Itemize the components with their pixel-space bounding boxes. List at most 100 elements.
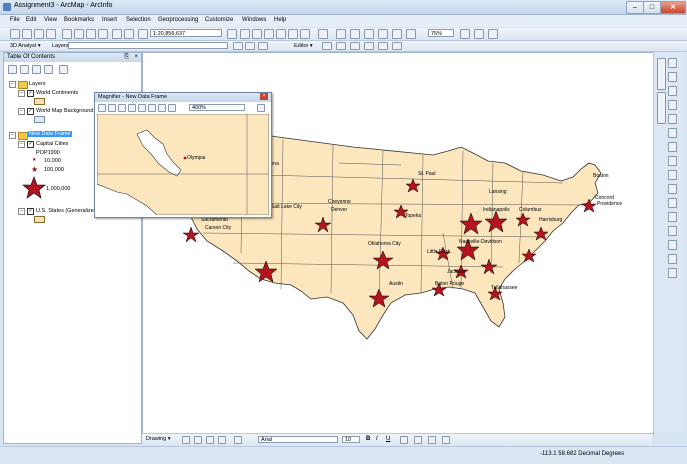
reshape-icon[interactable]	[350, 42, 360, 50]
menu-file[interactable]: File	[10, 17, 20, 23]
scale-combo[interactable]: 1:20,856,637	[150, 29, 222, 37]
create-viewer-icon[interactable]	[668, 268, 677, 278]
redo-icon[interactable]	[124, 29, 134, 39]
draw-polygon-icon[interactable]	[364, 29, 374, 39]
find-icon[interactable]	[668, 212, 677, 222]
trace-icon[interactable]	[378, 29, 388, 39]
go-back-icon[interactable]	[668, 142, 677, 152]
rotate-icon[interactable]	[194, 436, 202, 444]
measure-tool-icon[interactable]	[668, 226, 677, 236]
capital-cities-checkbox[interactable]: ✓	[27, 141, 34, 148]
python-icon[interactable]	[288, 29, 298, 39]
pan-tool-icon[interactable]	[668, 86, 677, 96]
sketch-properties-icon[interactable]	[392, 42, 402, 50]
zoom-out-tool-icon[interactable]	[668, 72, 677, 82]
menu-edit[interactable]: Edit	[26, 17, 36, 23]
toc-data-frame[interactable]: New Data Frame	[28, 131, 72, 137]
select-elements-tool-icon[interactable]	[182, 436, 190, 444]
cut-icon[interactable]	[62, 29, 72, 39]
model-builder-icon[interactable]	[300, 29, 310, 39]
magnifier-full-extent-icon[interactable]	[128, 104, 136, 112]
catalog-window-icon[interactable]	[252, 29, 262, 39]
list-by-source-icon[interactable]	[20, 65, 29, 74]
list-by-visibility-icon[interactable]	[32, 65, 41, 74]
magnifier-forward-icon[interactable]	[168, 104, 176, 112]
toc-autohide-icon[interactable]: ⎘	[124, 53, 129, 62]
contour-icon[interactable]	[245, 42, 255, 50]
cut-polygon-icon[interactable]	[364, 42, 374, 50]
edit-tool-icon[interactable]	[322, 42, 332, 50]
attributes-icon[interactable]	[378, 42, 388, 50]
magnifier-close-icon[interactable]: ×	[260, 93, 268, 100]
add-data-icon[interactable]	[138, 29, 148, 39]
world-continents-checkbox[interactable]: ✓	[27, 90, 34, 97]
magnifier-pan-icon[interactable]	[118, 104, 126, 112]
italic-button[interactable]: I	[376, 436, 378, 442]
arctoolbox-icon[interactable]	[276, 29, 286, 39]
world-map-checkbox[interactable]: ✓	[27, 108, 34, 115]
toc-layer-capital-cities[interactable]: Capital Cities	[36, 141, 68, 147]
drawing-dropdown[interactable]: Drawing ▾	[146, 436, 170, 442]
text-tool-icon[interactable]	[218, 436, 226, 444]
magnifier-zoom-out-icon[interactable]	[108, 104, 116, 112]
fill-color-icon[interactable]	[414, 436, 422, 444]
midpoint-icon[interactable]	[406, 29, 416, 39]
go-forward-icon[interactable]	[668, 156, 677, 166]
print-icon[interactable]	[46, 29, 56, 39]
copy-icon[interactable]	[74, 29, 84, 39]
magnifier-fixed-zoom-in-icon[interactable]	[138, 104, 146, 112]
toc-close-icon[interactable]: ×	[134, 53, 138, 62]
search-tab[interactable]	[657, 92, 666, 124]
line-color-icon[interactable]	[428, 436, 436, 444]
menu-insert[interactable]: Insert	[102, 17, 117, 23]
magnifier-zoom-in-icon[interactable]	[98, 104, 106, 112]
toc-layer-world-map-background[interactable]: World Map Background	[36, 108, 93, 114]
georeference-icon[interactable]	[318, 29, 328, 39]
rectangle-icon[interactable]	[206, 436, 214, 444]
select-elements-icon[interactable]	[668, 184, 677, 194]
magnifier-window[interactable]: Magnifier - New Data Frame × 400% Olympi…	[94, 92, 272, 218]
html-popup-icon[interactable]	[474, 29, 484, 39]
bold-button[interactable]: B	[366, 436, 370, 442]
menu-bookmarks[interactable]: Bookmarks	[64, 17, 94, 23]
new-document-icon[interactable]	[10, 29, 20, 39]
layer-combo[interactable]	[68, 42, 228, 49]
marker-color-icon[interactable]	[442, 436, 450, 444]
catalog-tab[interactable]	[657, 58, 666, 90]
magnifier-zoom-combo[interactable]: 400%	[189, 104, 245, 111]
minimize-button[interactable]: –	[626, 1, 644, 14]
maximize-button[interactable]: □	[643, 1, 661, 14]
underline-button[interactable]: U	[386, 436, 390, 442]
select-by-lasso-icon[interactable]	[488, 29, 498, 39]
callout-icon[interactable]	[234, 436, 242, 444]
data-frame-collapse-icon[interactable]: −	[9, 132, 16, 139]
3d-analyst-dropdown[interactable]: 3D Analyst ▾	[10, 43, 41, 49]
menu-geoprocessing[interactable]: Geoprocessing	[158, 17, 198, 23]
measure-icon[interactable]	[460, 29, 470, 39]
draw-line-icon[interactable]	[350, 29, 360, 39]
capital-cities-expand-icon[interactable]: −	[18, 141, 25, 148]
world-map-expand-icon[interactable]: −	[18, 108, 25, 115]
list-by-drawing-order-icon[interactable]	[8, 65, 17, 74]
toc-layer-us-states[interactable]: U.S. States (Generalized)	[36, 208, 99, 214]
menu-customize[interactable]: Customize	[205, 17, 233, 23]
world-continents-expand-icon[interactable]: −	[18, 90, 25, 97]
editor-dropdown[interactable]: Editor ▾	[294, 43, 313, 49]
full-extent-icon[interactable]	[668, 100, 677, 110]
editor-toolbar-icon[interactable]	[227, 29, 237, 39]
toc-window-icon[interactable]	[240, 29, 250, 39]
delete-icon[interactable]	[98, 29, 108, 39]
save-icon[interactable]	[34, 29, 44, 39]
toc-options-icon[interactable]	[59, 65, 68, 74]
us-states-expand-icon[interactable]: −	[18, 208, 25, 215]
identify-icon[interactable]	[668, 198, 677, 208]
font-size-combo[interactable]: 10	[342, 436, 360, 443]
time-slider-icon[interactable]	[668, 254, 677, 264]
font-color-icon[interactable]	[400, 436, 408, 444]
percent-combo[interactable]: 75%	[428, 29, 454, 37]
close-button[interactable]: ✕	[660, 1, 686, 14]
menu-windows[interactable]: Windows	[242, 17, 266, 23]
globe-icon[interactable]	[233, 42, 243, 50]
snapping-icon[interactable]	[336, 29, 346, 39]
sketch-icon[interactable]	[336, 42, 346, 50]
